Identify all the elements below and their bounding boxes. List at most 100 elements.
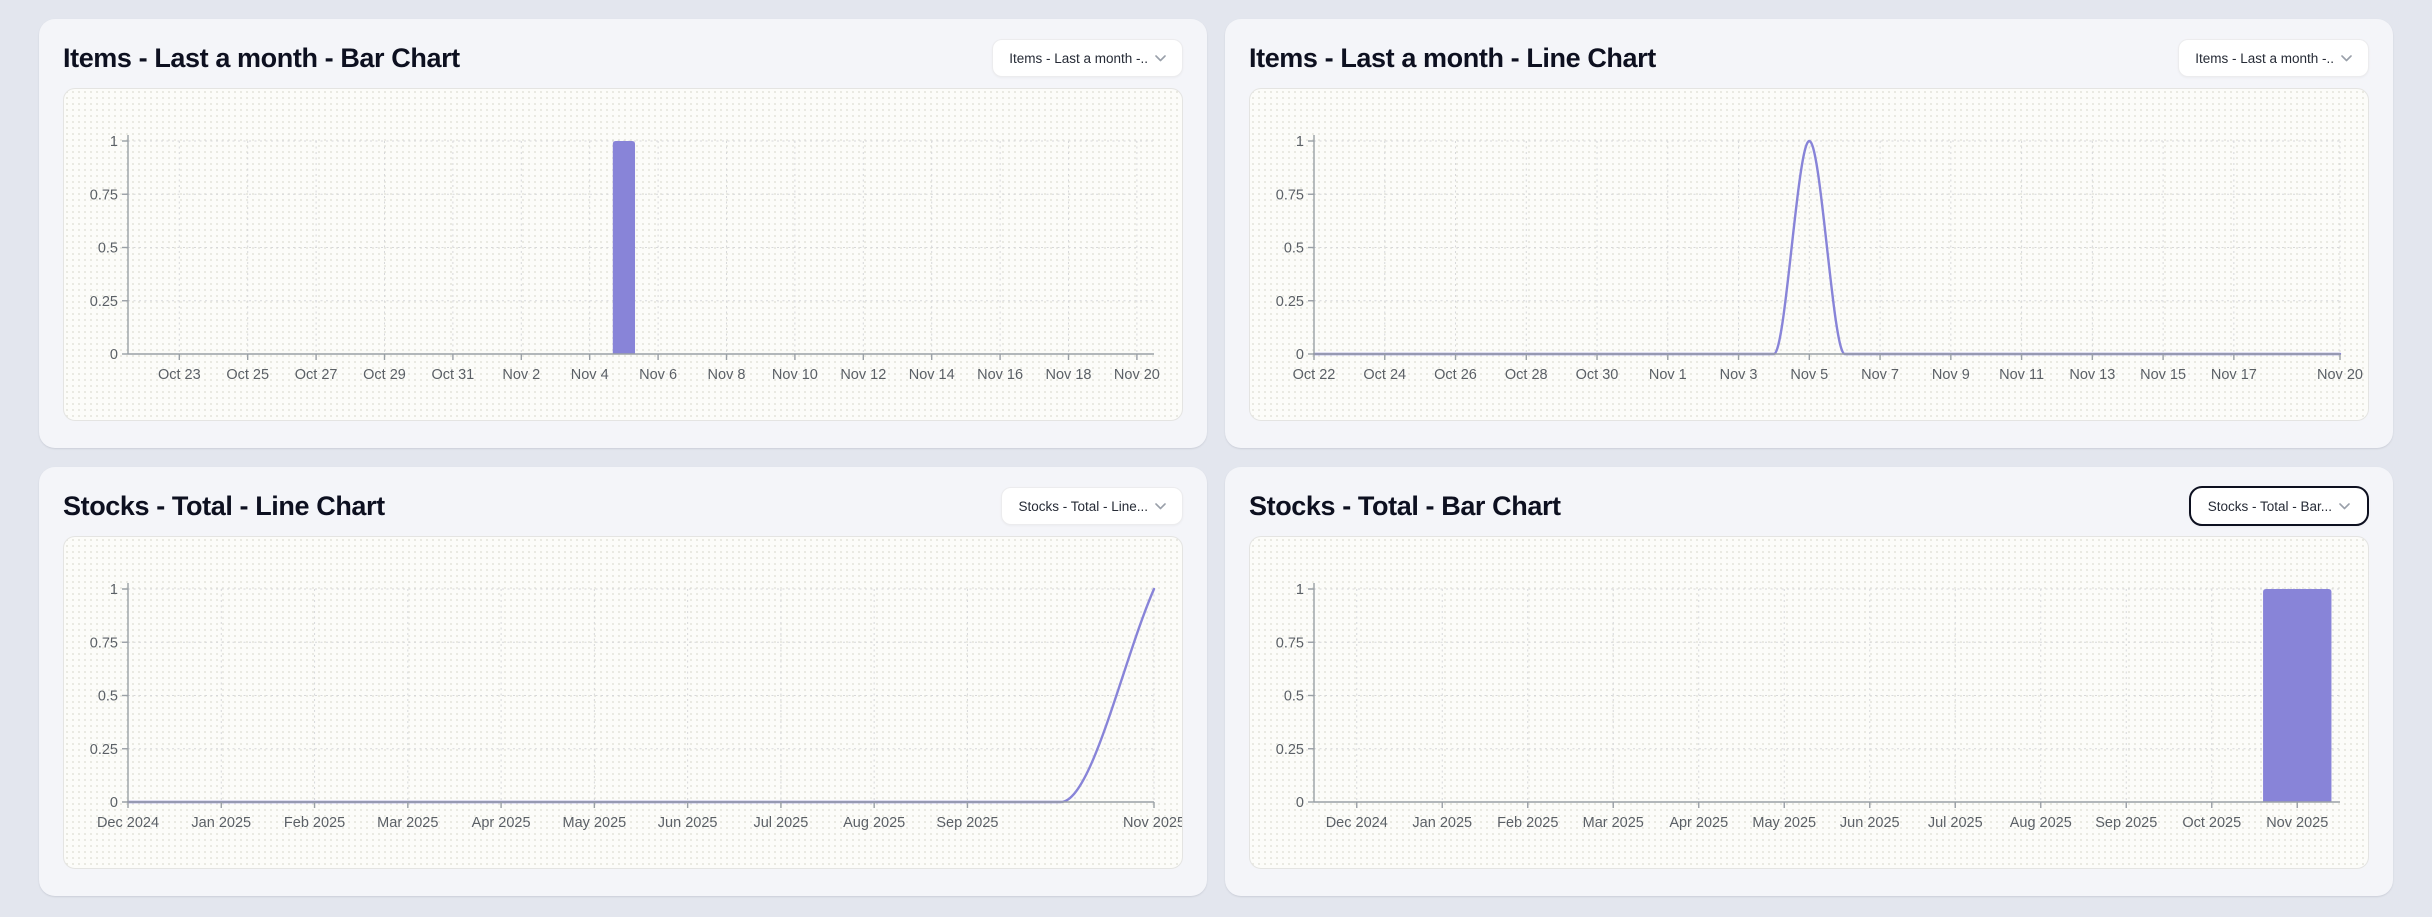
panel-title: Items - Last a month - Line Chart: [1249, 39, 1656, 77]
svg-text:Nov 11: Nov 11: [1999, 367, 2044, 383]
svg-text:Nov 5: Nov 5: [1790, 367, 1828, 383]
chart-container: 0 0.25 0.5 0.75 1 Oct 22 Oct 24 Oct 26 Oct 28 Oct…: [1249, 88, 2369, 421]
svg-text:1: 1: [110, 134, 118, 150]
svg-text:Oct 2025: Oct 2025: [2182, 815, 2241, 831]
svg-text:Nov 20: Nov 20: [2317, 367, 2363, 383]
svg-text:Nov 8: Nov 8: [708, 367, 746, 383]
dropdown-selected-value: Items - Last a month -..: [1009, 51, 1148, 66]
dropdown-selected-value: Stocks - Total - Bar...: [2208, 499, 2332, 514]
svg-text:Sep 2025: Sep 2025: [2095, 815, 2157, 831]
svg-text:Oct 22: Oct 22: [1293, 367, 1336, 383]
svg-text:0.5: 0.5: [98, 241, 118, 257]
svg-text:0.5: 0.5: [1284, 689, 1304, 705]
bar-chart-svg: 00.250.50.751Oct 23Oct 25Oct 27Oct 29Oct…: [64, 89, 1182, 420]
dropdown-selected-value: Stocks - Total - Line...: [1018, 499, 1148, 514]
svg-text:0.75: 0.75: [1276, 635, 1304, 651]
line-chart-svg: 0 0.25 0.5 0.75 1 Oct 22 Oct 24 Oct 26 Oct 28 Oct…: [1250, 89, 2368, 420]
svg-text:Mar 2025: Mar 2025: [1583, 815, 1644, 831]
svg-text:Jan 2025: Jan 2025: [191, 815, 251, 831]
card-header: Items - Last a month - Bar Chart Items -…: [63, 39, 1183, 77]
svg-text:0.25: 0.25: [1276, 294, 1304, 310]
svg-text:0: 0: [110, 347, 118, 363]
svg-text:Nov 10: Nov 10: [772, 367, 818, 383]
svg-text:May 2025: May 2025: [1752, 815, 1816, 831]
svg-text:Nov 16: Nov 16: [977, 367, 1023, 383]
svg-text:Aug 2025: Aug 2025: [843, 815, 905, 831]
chart-container: 0 0.25 0.5 0.75 1 Dec 2024 Jan 2025 Feb 2025 Mar…: [63, 536, 1183, 869]
svg-text:Nov 20: Nov 20: [1114, 367, 1160, 383]
svg-text:1: 1: [1296, 582, 1304, 598]
svg-text:Nov 6: Nov 6: [639, 367, 677, 383]
dashboard-page: Items - Last a month - Bar Chart Items -…: [0, 0, 2432, 917]
svg-text:Sep 2025: Sep 2025: [936, 815, 998, 831]
svg-text:1: 1: [110, 582, 118, 598]
svg-text:Dec 2024: Dec 2024: [1326, 815, 1388, 831]
svg-text:Oct 26: Oct 26: [1434, 367, 1477, 383]
chart-select-dropdown[interactable]: Items - Last a month -..: [992, 39, 1183, 77]
card-header: Items - Last a month - Line Chart Items …: [1249, 39, 2369, 77]
svg-text:Nov 12: Nov 12: [840, 367, 886, 383]
svg-text:0.5: 0.5: [1284, 241, 1304, 257]
svg-text:Nov 18: Nov 18: [1046, 367, 1092, 383]
svg-text:Oct 30: Oct 30: [1576, 367, 1619, 383]
svg-text:May 2025: May 2025: [563, 815, 627, 831]
svg-text:Nov 2025: Nov 2025: [1123, 815, 1183, 831]
svg-text:Nov 4: Nov 4: [571, 367, 609, 383]
chevron-down-icon: [1155, 503, 1166, 510]
chart-select-dropdown[interactable]: Stocks - Total - Bar...: [2189, 486, 2369, 526]
svg-text:Dec 2024: Dec 2024: [97, 815, 159, 831]
dropdown-selected-value: Items - Last a month -..: [2195, 51, 2334, 66]
card-header: Stocks - Total - Bar Chart Stocks - Tota…: [1249, 487, 2369, 525]
svg-text:0: 0: [110, 795, 118, 811]
chart-container: 00.250.50.751Oct 23Oct 25Oct 27Oct 29Oct…: [63, 88, 1183, 421]
svg-text:Jun 2025: Jun 2025: [1840, 815, 1900, 831]
svg-text:0: 0: [1296, 347, 1304, 363]
chart-select-dropdown[interactable]: Stocks - Total - Line...: [1001, 487, 1183, 525]
chart-card: Stocks - Total - Bar Chart Stocks - Tota…: [1225, 467, 2393, 896]
svg-text:Oct 24: Oct 24: [1363, 367, 1406, 383]
chart-card: Items - Last a month - Bar Chart Items -…: [39, 19, 1207, 448]
panel-title: Items - Last a month - Bar Chart: [63, 39, 460, 77]
svg-text:0: 0: [1296, 795, 1304, 811]
svg-text:0.25: 0.25: [90, 742, 118, 758]
svg-text:0.25: 0.25: [1276, 742, 1304, 758]
svg-text:1: 1: [1296, 134, 1304, 150]
panel-title: Stocks - Total - Bar Chart: [1249, 487, 1561, 525]
svg-text:Nov 9: Nov 9: [1932, 367, 1970, 383]
svg-text:Nov 3: Nov 3: [1720, 367, 1758, 383]
svg-text:Nov 2025: Nov 2025: [2266, 815, 2328, 831]
chart-select-dropdown[interactable]: Items - Last a month -..: [2178, 39, 2369, 77]
svg-text:0.5: 0.5: [98, 689, 118, 705]
svg-text:Nov 2: Nov 2: [502, 367, 540, 383]
chart-container: 00.250.50.751Dec 2024Jan 2025Feb 2025Mar…: [1249, 536, 2369, 869]
svg-text:Jul 2025: Jul 2025: [1928, 815, 1983, 831]
svg-text:Nov 14: Nov 14: [909, 367, 955, 383]
svg-text:Nov 13: Nov 13: [2069, 367, 2115, 383]
panel-title: Stocks - Total - Line Chart: [63, 487, 385, 525]
svg-text:Feb 2025: Feb 2025: [284, 815, 345, 831]
svg-text:Oct 23: Oct 23: [158, 367, 201, 383]
svg-text:Nov 17: Nov 17: [2211, 367, 2257, 383]
svg-text:Aug 2025: Aug 2025: [2010, 815, 2072, 831]
svg-text:Mar 2025: Mar 2025: [377, 815, 438, 831]
svg-text:Oct 28: Oct 28: [1505, 367, 1548, 383]
chevron-down-icon: [2339, 503, 2350, 510]
card-header: Stocks - Total - Line Chart Stocks - Tot…: [63, 487, 1183, 525]
svg-text:Nov 7: Nov 7: [1861, 367, 1899, 383]
chart-card: Items - Last a month - Line Chart Items …: [1225, 19, 2393, 448]
svg-text:Oct 29: Oct 29: [363, 367, 406, 383]
line-chart-svg: 0 0.25 0.5 0.75 1 Dec 2024 Jan 2025 Feb 2025 Mar…: [64, 537, 1182, 868]
svg-text:Feb 2025: Feb 2025: [1497, 815, 1558, 831]
svg-text:Apr 2025: Apr 2025: [1669, 815, 1728, 831]
svg-text:Nov 1: Nov 1: [1649, 367, 1687, 383]
svg-text:Nov 15: Nov 15: [2140, 367, 2186, 383]
svg-text:0.75: 0.75: [90, 635, 118, 651]
svg-text:Apr 2025: Apr 2025: [472, 815, 531, 831]
bar-chart-svg: 00.250.50.751Dec 2024Jan 2025Feb 2025Mar…: [1250, 537, 2368, 868]
svg-text:0.75: 0.75: [1276, 187, 1304, 203]
svg-text:Oct 31: Oct 31: [432, 367, 475, 383]
svg-text:Oct 27: Oct 27: [295, 367, 338, 383]
chevron-down-icon: [1155, 55, 1166, 62]
svg-text:0.25: 0.25: [90, 294, 118, 310]
svg-text:Oct 25: Oct 25: [226, 367, 269, 383]
